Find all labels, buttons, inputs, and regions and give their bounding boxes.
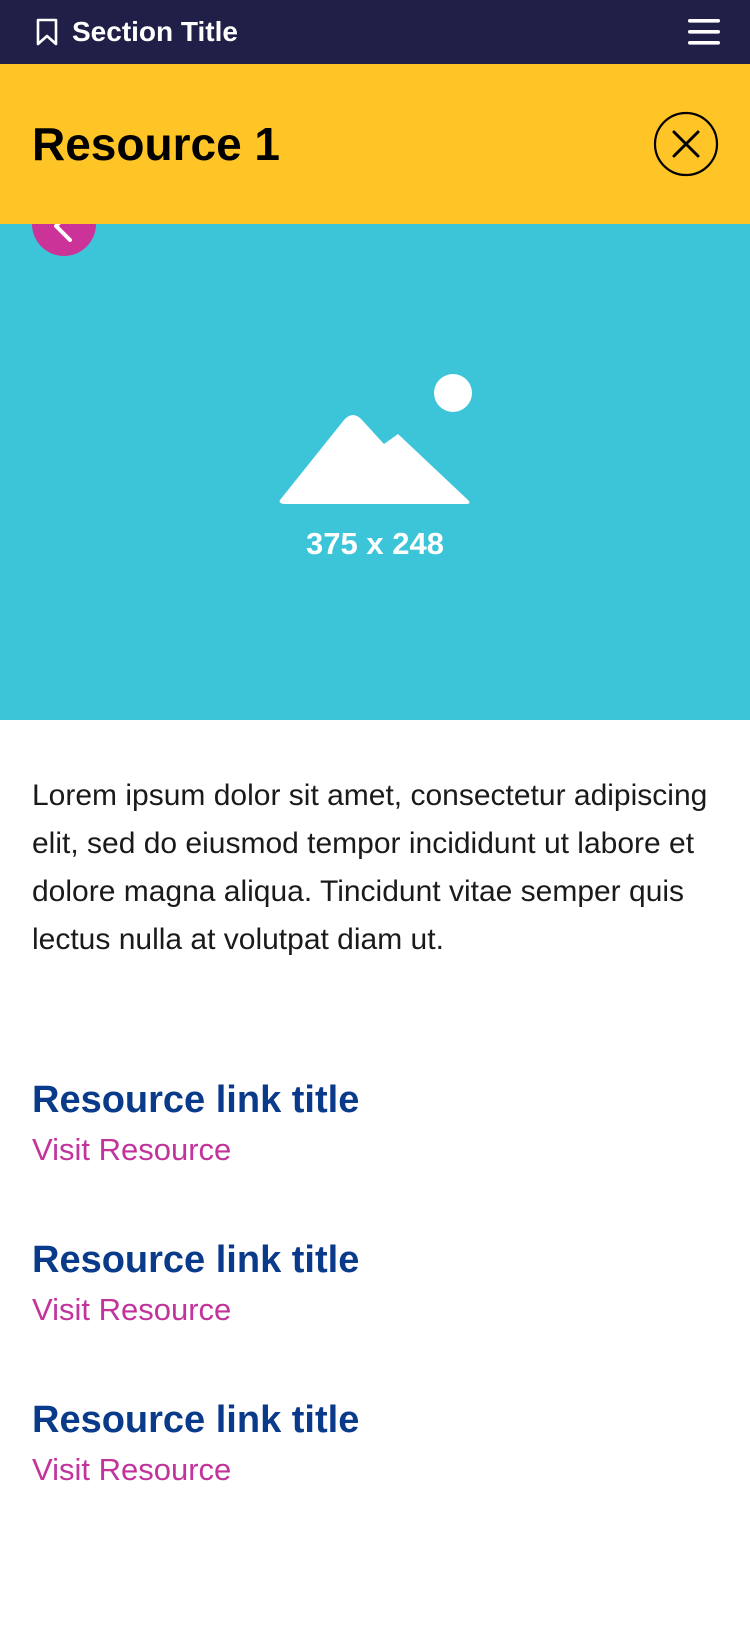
resource-link-title: Resource link title: [32, 1239, 360, 1281]
list-item: Resource link title Visit Resource: [32, 1076, 722, 1170]
image-dimensions-label: 375 x 248: [306, 526, 444, 561]
resource-header: Resource 1: [0, 64, 750, 224]
page-title: Resource 1: [32, 118, 281, 170]
resource-link-title: Resource link title: [32, 1399, 360, 1441]
list-item: Resource link title Visit Resource: [32, 1236, 722, 1330]
top-nav-bar: Section Title: [0, 0, 750, 64]
bookmark-icon[interactable]: [35, 18, 59, 46]
close-icon[interactable]: [653, 111, 719, 177]
hamburger-menu-icon[interactable]: [688, 17, 720, 47]
visit-resource-link[interactable]: Visit Resource: [32, 1450, 722, 1490]
resource-description: Lorem ipsum dolor sit amet, consectetur …: [32, 779, 708, 956]
image-placeholder-icon: [279, 374, 472, 504]
resource-link-title: Resource link title: [32, 1079, 360, 1121]
hero-image: 375 x 248: [0, 224, 750, 720]
list-item: Resource link title Visit Resource: [32, 1396, 722, 1490]
visit-resource-link[interactable]: Visit Resource: [32, 1130, 722, 1170]
section-title: Section Title: [72, 16, 238, 47]
visit-resource-link[interactable]: Visit Resource: [32, 1290, 722, 1330]
